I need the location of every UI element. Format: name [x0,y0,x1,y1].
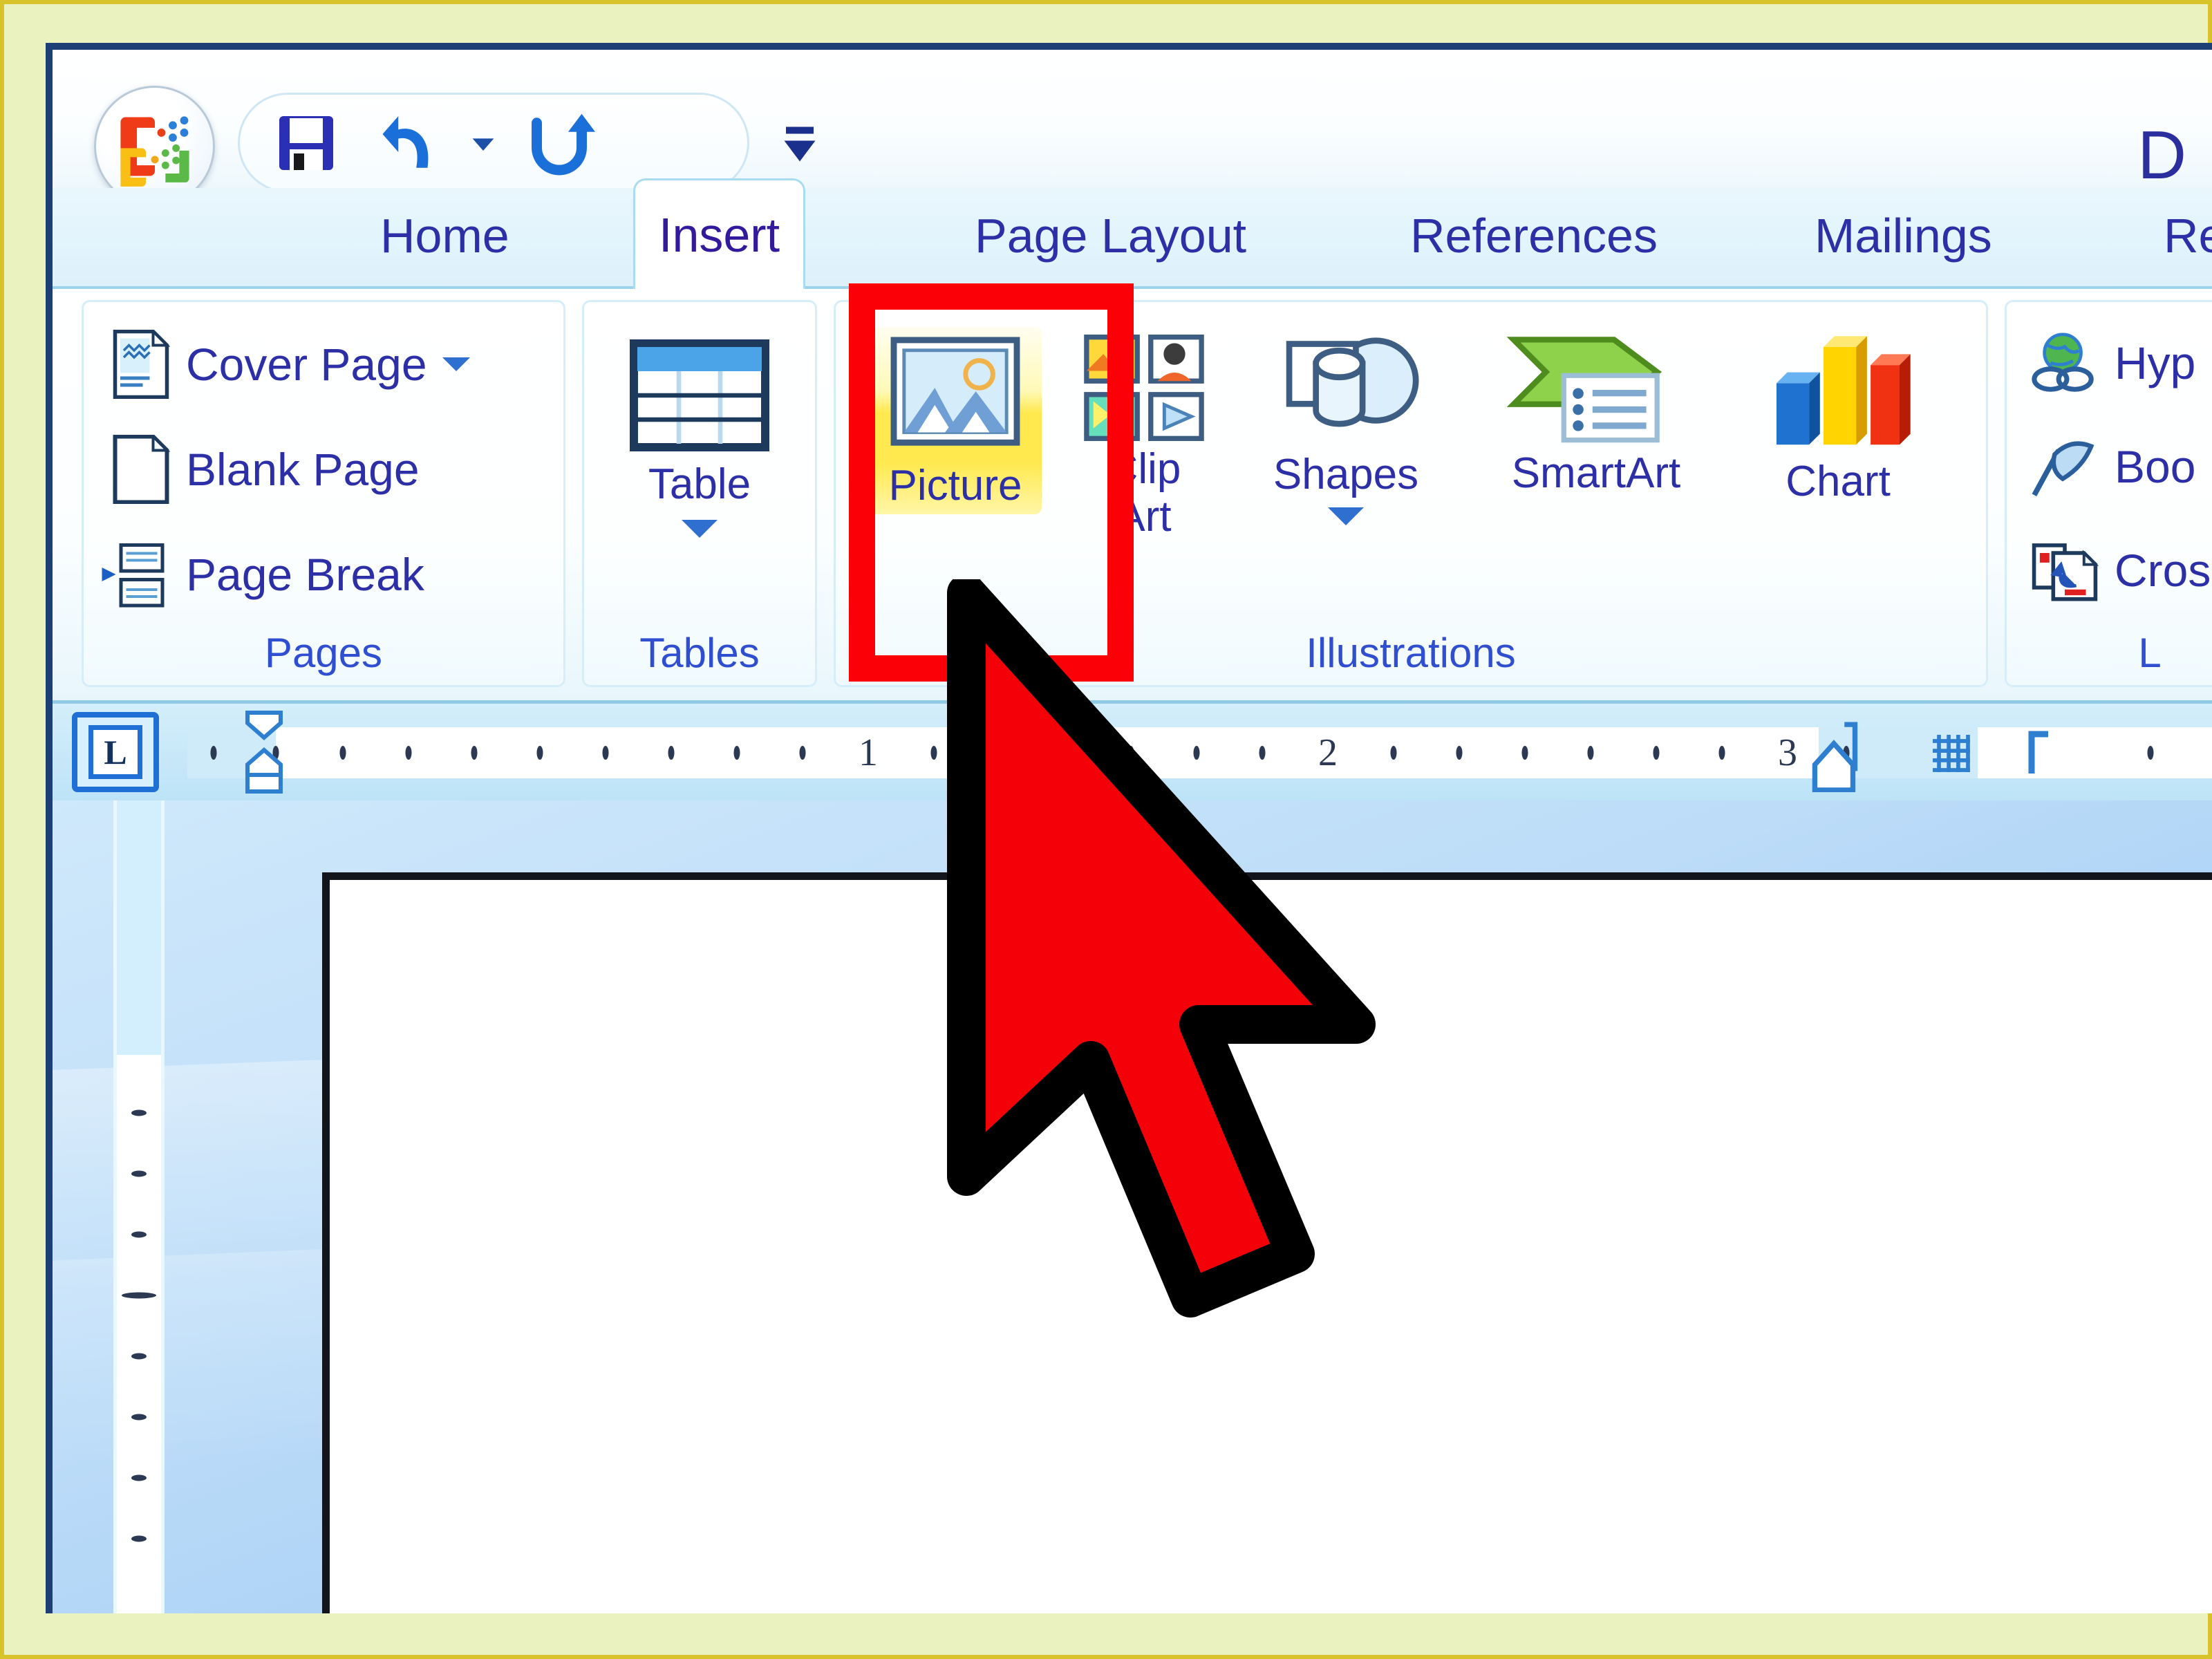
tab-insert[interactable]: Insert [633,178,806,289]
table-gridlines-icon[interactable] [1929,733,1974,774]
ribbon-group-pages: Cover Page Blank Page Page Break Pages [82,300,565,687]
word-application-window: D Home Insert Page Layout References Mai… [46,43,2212,1613]
cover-page-button[interactable]: Cover Page [111,330,470,399]
hyperlink-icon [2032,332,2094,392]
tab-stop-glyph: L [88,725,142,779]
ribbon-group-tables-label: Tables [639,630,760,676]
blank-page-button[interactable]: Blank Page [111,435,420,504]
save-icon[interactable] [273,110,339,176]
cover-page-label: Cover Page [186,339,427,390]
chart-button[interactable]: Chart [1727,332,1949,503]
shapes-label: Shapes [1273,451,1419,498]
cross-reference-button[interactable]: Cros [2030,537,2211,603]
ribbon-group-tables: Table Tables [582,300,817,687]
tab-home[interactable]: Home [357,185,533,286]
ruler-number-1: 1 [859,731,878,774]
ruler-row: L 1 2 3 [53,704,2212,800]
smartart-icon [1506,337,1662,443]
right-indent-marker[interactable] [1808,720,1864,792]
tab-page-layout[interactable]: Page Layout [951,185,1270,286]
cover-page-icon [113,330,171,399]
hyperlink-label: Hyp [2115,337,2196,388]
hyperlink-button[interactable]: Hyp [2030,330,2195,396]
blank-page-icon [113,435,171,504]
smartart-label: SmartArt [1511,449,1681,497]
ruler-number-2: 2 [1318,731,1338,774]
table-label: Table [648,460,751,508]
title-bar: D [53,50,2212,207]
chart-label: Chart [1785,458,1891,505]
document-title: D [2137,117,2187,193]
ruler-number-3: 3 [1778,731,1797,774]
shapes-chevron-down-icon[interactable] [1328,507,1364,526]
smartart-button[interactable]: SmartArt [1458,332,1734,495]
undo-icon[interactable] [378,107,450,179]
ribbon: Cover Page Blank Page Page Break Pages T… [53,283,2212,704]
customize-quick-access-toolbar-icon[interactable] [778,122,821,170]
table-icon [630,339,769,451]
blank-page-label: Blank Page [186,444,420,495]
shapes-icon [1286,337,1419,427]
horizontal-ruler[interactable]: 1 2 3 [187,711,2212,794]
page-break-label: Page Break [186,549,424,600]
tab-references[interactable]: References [1387,185,1681,286]
margin-corner-marker [2028,731,2048,774]
first-line-indent-marker[interactable] [241,711,287,794]
bookmark-label: Boo [2115,441,2196,492]
ribbon-group-links-label: L [2138,630,2162,676]
vertical-ruler-top-margin [117,800,161,1055]
tab-review[interactable]: Re [2140,185,2212,286]
redo-icon[interactable] [523,107,595,179]
tab-mailings[interactable]: Mailings [1791,185,2016,286]
page-break-button[interactable]: Page Break [99,540,424,609]
bookmark-button[interactable]: Boo [2030,433,2195,500]
shapes-button[interactable]: Shapes [1242,332,1450,526]
undo-dropdown-icon[interactable] [468,128,498,158]
chart-icon [1777,336,1911,445]
office-logo-icon [120,115,189,187]
bookmark-icon [2032,441,2094,497]
ribbon-group-links: Hyp Boo Cros L [2005,300,2212,687]
vertical-ruler[interactable] [113,800,165,1613]
picture-highlight-box [849,283,1134,682]
ribbon-group-pages-label: Pages [264,630,383,676]
tab-stop-selector[interactable]: L [72,712,159,792]
cover-page-chevron-down-icon[interactable] [442,357,470,371]
ribbon-tab-strip: Home Insert Page Layout References Maili… [53,178,2212,289]
document-area [53,800,2212,1613]
cross-reference-label: Cros [2115,545,2211,596]
table-button[interactable]: Table [584,332,815,538]
cross-reference-icon [2032,543,2099,601]
document-page[interactable] [322,872,2212,1613]
table-chevron-down-icon[interactable] [682,520,718,538]
page-break-icon [102,543,165,608]
